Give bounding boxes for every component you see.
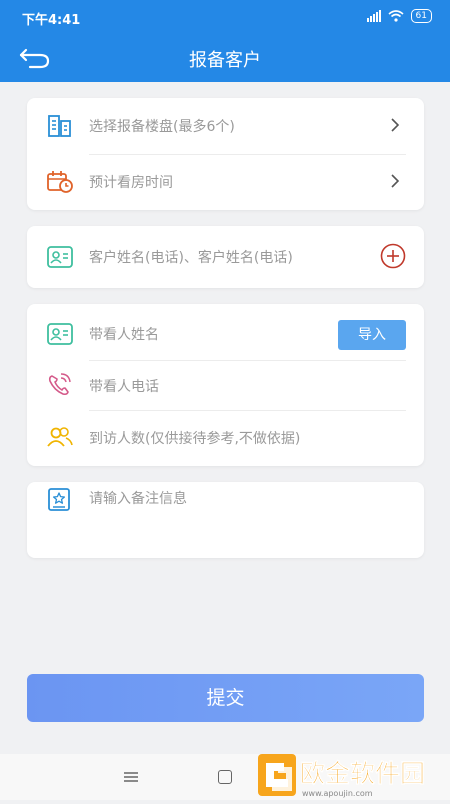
agent-name-input[interactable]: 带看人姓名 [89,324,159,344]
status-time: 下午4:41 [22,13,81,28]
agent-name-row: 带看人姓名 导入 [27,304,424,360]
menu-icon[interactable] [124,772,138,782]
wifi-icon [388,10,404,22]
agent-card: 带看人姓名 导入 带看人电话 到访人数(仅供接待参考,不做依据) [27,304,424,466]
phone-icon [48,373,71,396]
visitors-input[interactable]: 到访人数(仅供接待参考,不做依据) [89,428,300,448]
battery-icon: 61 [410,9,432,23]
submit-button[interactable]: 提交 [27,674,424,722]
building-icon [48,115,71,137]
remark-input[interactable]: 请输入备注信息 [89,488,187,508]
agent-phone-row: 带看人电话 [27,360,424,410]
visit-time-row[interactable]: 预计看房时间 [27,154,424,210]
notes-icon [48,488,70,511]
contact-card-icon [47,323,73,345]
watermark-logo: 欧金软件园 www.apoujin.com [252,751,450,800]
watermark-url: www.apoujin.com [302,789,373,798]
agent-phone-input[interactable]: 带看人电话 [89,376,159,396]
chevron-right-icon [391,118,400,132]
customer-row[interactable]: 客户姓名(电话)、客户姓名(电话) [27,226,424,288]
select-building-row[interactable]: 选择报备楼盘(最多6个) [27,98,424,154]
visitors-row: 到访人数(仅供接待参考,不做依据) [27,410,424,466]
watermark-name: 欧金软件园 [300,759,425,788]
visit-time-label: 预计看房时间 [89,175,173,191]
page-title: 报备客户 [189,50,261,71]
calendar-clock-icon [47,171,73,193]
customer-card: 客户姓名(电话)、客户姓名(电话) [27,226,424,288]
property-card: 选择报备楼盘(最多6个) 预计看房时间 [27,98,424,210]
signal-icon [366,10,381,22]
remark-card: 请输入备注信息 [27,482,424,558]
import-button[interactable]: 导入 [338,320,406,350]
status-bar: 下午4:41 61 [0,0,450,34]
people-icon [47,427,73,447]
home-icon[interactable] [218,770,232,784]
chevron-right-icon [391,174,400,188]
app-header: 报备客户 [0,34,450,82]
select-building-label: 选择报备楼盘(最多6个) [89,119,235,135]
customer-input[interactable]: 客户姓名(电话)、客户姓名(电话) [89,247,293,267]
contact-card-icon [47,246,73,268]
add-customer-icon[interactable] [380,243,406,269]
status-icons: 61 [366,9,432,23]
